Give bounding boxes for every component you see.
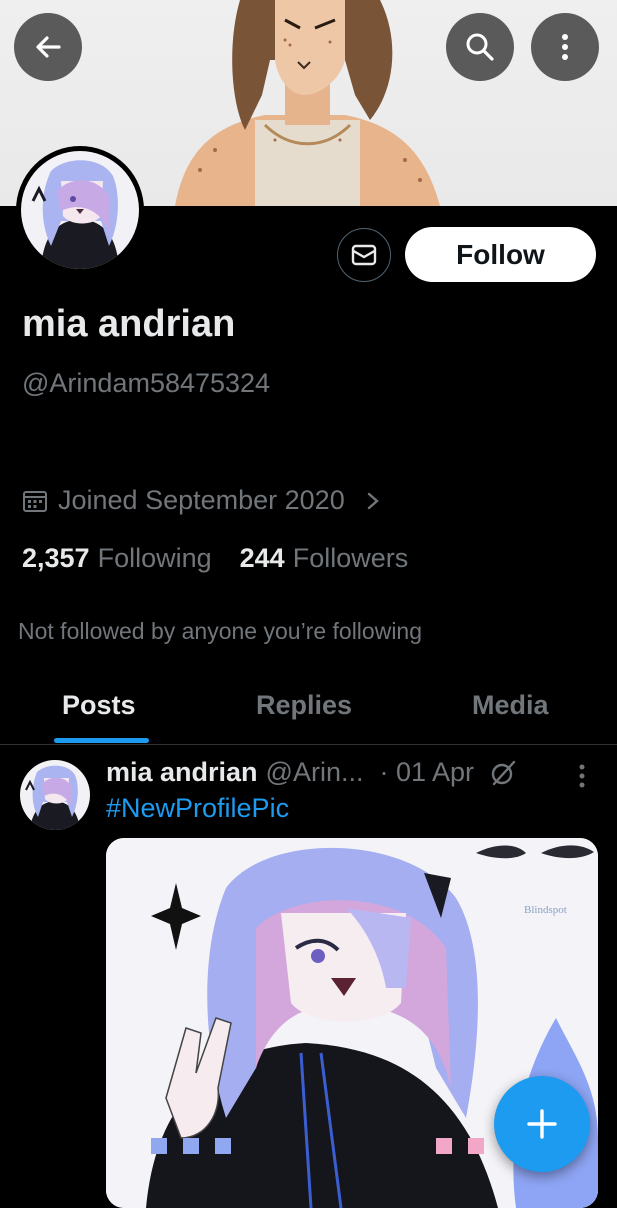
search-button[interactable]: [446, 13, 514, 81]
tab-media[interactable]: Media: [472, 690, 549, 721]
post-author-handle[interactable]: @Arin...: [266, 757, 364, 788]
joined-date-row[interactable]: Joined September 2020: [22, 485, 383, 516]
tab-posts[interactable]: Posts: [62, 690, 136, 721]
post-avatar-image: [20, 760, 90, 830]
profile-avatar[interactable]: [16, 146, 144, 274]
followers-label: Followers: [292, 543, 409, 573]
following-count: 2,357: [22, 543, 90, 573]
post-hashtag[interactable]: #NewProfilePic: [106, 793, 289, 824]
compose-post-button[interactable]: [494, 1076, 590, 1172]
profile-handle: @Arindam58475324: [22, 368, 271, 398]
post-more-icon[interactable]: [576, 763, 588, 789]
profile-name: mia andrian: [22, 303, 236, 345]
joined-text: Joined September 2020: [58, 485, 345, 515]
search-icon: [466, 33, 494, 61]
following-label: Following: [97, 543, 212, 573]
envelope-icon: [351, 244, 377, 266]
back-button[interactable]: [14, 13, 82, 81]
post-header: mia andrian @Arin... · 01 Apr: [106, 757, 518, 788]
more-options-button[interactable]: [531, 13, 599, 81]
follow-stats: 2,357 Following 244 Followers: [22, 543, 408, 574]
tab-replies[interactable]: Replies: [256, 690, 352, 721]
more-vertical-icon: [562, 34, 568, 60]
following-link[interactable]: 2,357 Following: [22, 543, 212, 574]
not-followed-text: Not followed by anyone you’re following: [18, 618, 423, 644]
chevron-right-icon: [367, 492, 379, 509]
follow-button[interactable]: Follow: [405, 227, 596, 282]
post-author-avatar[interactable]: [20, 760, 90, 830]
followers-link[interactable]: 244 Followers: [240, 543, 409, 574]
post-author-name[interactable]: mia andrian: [106, 757, 258, 788]
profile-tabs: Posts Replies Media: [0, 672, 617, 745]
calendar-icon: [23, 490, 47, 512]
plus-icon: [527, 1109, 557, 1139]
arrow-left-icon: [36, 36, 61, 58]
avatar-image: [21, 151, 139, 269]
active-tab-indicator: [54, 738, 149, 743]
post-date[interactable]: · 01 Apr: [379, 757, 474, 788]
watermark-text: Blindspot: [524, 904, 567, 916]
grok-icon[interactable]: [488, 758, 518, 788]
followers-count: 244: [239, 543, 285, 573]
message-button[interactable]: [337, 228, 391, 282]
